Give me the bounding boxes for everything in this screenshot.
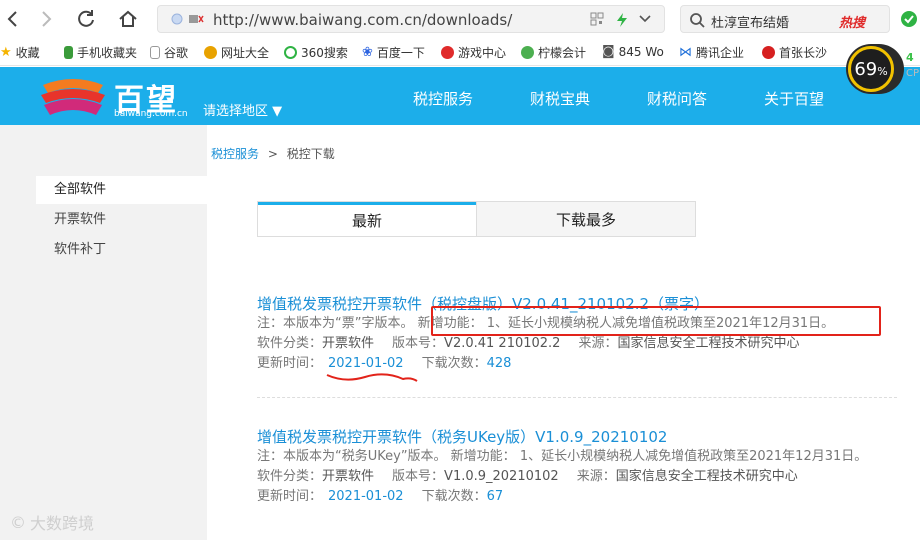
sort-tabs: 最新 下载最多 (257, 201, 696, 237)
bookmark-baidu[interactable]: ❀ 百度一下 (362, 44, 425, 61)
breadcrumb-home-link[interactable]: 税控服务 (211, 147, 259, 161)
security-icon (170, 12, 184, 30)
speed-side-value: 4 (906, 51, 914, 64)
search-box[interactable]: 杜淳宣布结婚 热搜 (680, 5, 890, 33)
usage-gauge: 69% (848, 46, 894, 92)
bookmark-lemon[interactable]: 柠檬会计 (521, 44, 586, 61)
download-meta: 软件分类：开票软件 版本号：V1.0.9_20210102 来源：国家信息安全工程技… (257, 469, 798, 484)
star-icon: ★ (0, 45, 12, 60)
tencent-icon: ⋈ (679, 45, 692, 60)
bookmark-changsha[interactable]: 首张长沙 (762, 44, 827, 61)
divider (257, 397, 897, 398)
annotation-underline (326, 373, 418, 382)
nav-tax-guide[interactable]: 财税宝典 (530, 88, 590, 109)
nav-tax-control[interactable]: 税控服务 (413, 88, 473, 109)
browser-toolbar: http://www.baiwang.com.cn/downloads/ 杜淳宣… (0, 0, 920, 38)
bookmarks-bar: ★ 收藏 手机收藏夹 谷歌 网址大全 360搜索 ❀ 百度一下 游戏中心 柠檬会… (0, 38, 920, 66)
qr-icon[interactable] (590, 12, 604, 30)
annotation-highlight-box (431, 306, 881, 336)
watermark: © 大数跨境 (10, 512, 95, 534)
bookmark-games[interactable]: 游戏中心 (441, 44, 506, 61)
region-selector[interactable]: 请选择地区 ▼ (203, 100, 282, 119)
sidebar-item-patches[interactable]: 软件补丁 (36, 236, 207, 264)
search-icon[interactable] (689, 12, 705, 32)
update-date: 2021-01-02 (328, 489, 404, 504)
download-description: 注：本版本为“税务UKey”版本。 新增功能： 1、延长小规模纳税人减免增值税政… (257, 449, 868, 464)
bookmark-google[interactable]: 谷歌 (150, 44, 188, 61)
bookmark-favorites[interactable]: ★ 收藏 (0, 44, 40, 61)
download-title-link[interactable]: 增值税发票税控开票软件（税务UKey版）V1.0.9_20210102 (257, 426, 897, 447)
baiwang-logo-icon[interactable] (38, 75, 108, 119)
download-count: 67 (486, 489, 504, 504)
phone-icon (64, 46, 73, 59)
bookmark-directory[interactable]: 网址大全 (204, 44, 269, 61)
nav-tax-qa[interactable]: 财税问答 (647, 88, 707, 109)
speed-side-label: CP (906, 68, 920, 79)
lightning-icon[interactable] (615, 12, 629, 32)
game-icon (441, 46, 454, 59)
bookmark-360[interactable]: 360搜索 (284, 44, 348, 61)
bookmark-tencent[interactable]: ⋈ 腾讯企业 (679, 44, 744, 61)
bookmark-845[interactable]: ◙ 845 Wo (602, 44, 664, 59)
nav-about[interactable]: 关于百望 (764, 88, 824, 109)
site-header: 百望 baiwang.com.cn 请选择地区 ▼ 税控服务 财税宝典 财税问答… (0, 67, 920, 125)
logo-domain: baiwang.com.cn (114, 109, 188, 119)
lemon-icon (521, 46, 534, 59)
page-icon (150, 46, 160, 59)
address-bar[interactable]: http://www.baiwang.com.cn/downloads/ (157, 5, 665, 33)
download-count: 428 (486, 356, 512, 371)
download-meta: 软件分类：开票软件 版本号：V2.0.41 210102.2 来源：国家信息安全工程… (257, 336, 800, 351)
bookmark-mobile[interactable]: 手机收藏夹 (64, 44, 137, 61)
memory-usage-widget[interactable]: 69% (846, 44, 904, 94)
paw-icon: ❀ (362, 45, 373, 60)
tab-newest[interactable]: 最新 (258, 202, 476, 236)
directory-icon (204, 46, 217, 59)
sidebar-item-invoicing-software[interactable]: 开票软件 (36, 206, 207, 234)
search-query: 杜淳宣布结婚 (711, 16, 790, 31)
camera-icon: ◙ (602, 44, 615, 59)
blocked-media-icon[interactable] (188, 12, 204, 30)
home-icon[interactable] (115, 6, 141, 32)
url-text: http://www.baiwang.com.cn/downloads/ (213, 11, 513, 29)
breadcrumb-separator: > (267, 147, 278, 161)
forward-icon[interactable] (33, 6, 59, 32)
chevron-down-icon[interactable] (638, 12, 652, 30)
back-icon[interactable] (0, 6, 26, 32)
breadcrumb: 税控服务 > 税控下载 (211, 145, 335, 162)
watermark-icon: © (10, 512, 26, 532)
breadcrumb-current: 税控下载 (286, 147, 335, 161)
tab-most-downloaded[interactable]: 下载最多 (476, 202, 695, 236)
hot-search-badge[interactable]: 热搜 (839, 12, 865, 31)
refresh-icon[interactable] (74, 6, 100, 32)
download-stats: 更新时间： 2021-01-02 下载次数：67 (257, 489, 504, 504)
changsha-icon (762, 46, 775, 59)
list-item: 增值税发票税控开票软件（税务UKey版）V1.0.9_20210102 注：本版… (257, 426, 897, 507)
profile-icon[interactable] (896, 6, 920, 32)
sidebar-item-all-software[interactable]: 全部软件 (36, 176, 207, 204)
360-icon (284, 46, 297, 59)
